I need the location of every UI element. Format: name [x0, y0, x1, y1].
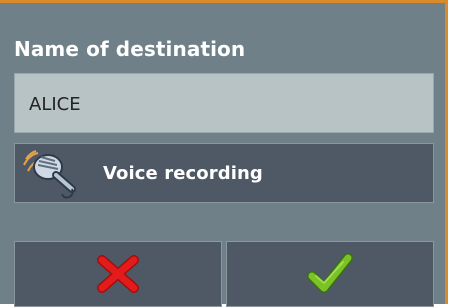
confirm-check-icon: [307, 253, 353, 293]
destination-name-dialog: Name of destination ALICE Voice recordin…: [0, 0, 448, 307]
cancel-x-icon: [97, 255, 139, 293]
destination-name-value: ALICE: [29, 93, 81, 115]
voice-recording-label: Voice recording: [103, 162, 263, 184]
dialog-title: Name of destination: [14, 37, 246, 61]
microphone-icon: [15, 144, 103, 202]
voice-recording-button[interactable]: Voice recording: [14, 143, 434, 203]
destination-name-field[interactable]: ALICE: [14, 73, 434, 133]
confirm-button[interactable]: [226, 241, 434, 307]
dialog-action-row: [14, 241, 434, 307]
cancel-button[interactable]: [14, 241, 222, 307]
